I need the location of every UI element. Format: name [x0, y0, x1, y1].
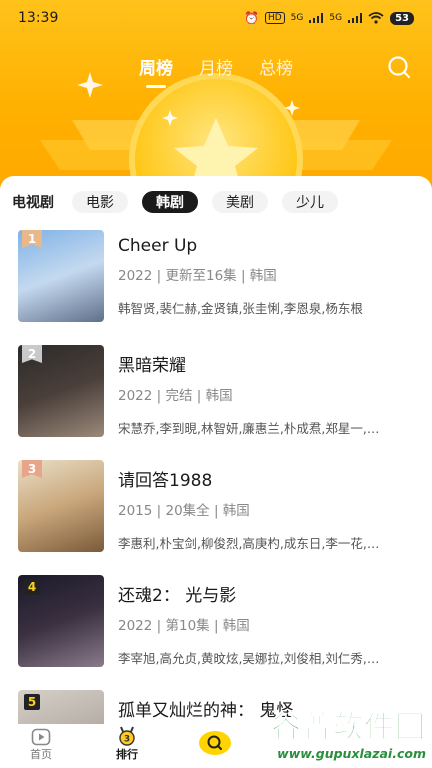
- show-info: Cheer Up 2022 | 更新至16集 | 韩国韩智贤,裴仁赫,金贤镇,张圭…: [118, 236, 418, 317]
- watermark-title: 谷普软件园: [271, 709, 426, 745]
- rank-badge: 1: [22, 230, 42, 248]
- svg-text:3: 3: [124, 735, 130, 745]
- signal-icon-2: [348, 13, 363, 23]
- status-time: 13:39: [18, 10, 59, 26]
- poster-image[interactable]: 1: [18, 230, 104, 322]
- show-meta: 2022 | 第10集 | 韩国: [118, 618, 250, 634]
- show-info: 还魂2： 光与影 2022 | 第10集 | 韩国李宰旭,高允贞,黄旼炫,吴娜拉,…: [118, 581, 418, 667]
- watermark-url: www.gupuxlazai.com: [277, 745, 426, 761]
- show-cast: 宋慧乔,李到晛,林智妍,廉惠兰,朴成焄,郑星一,…: [118, 421, 380, 436]
- ranking-header: 13:39 ⏰ HD 5G 5G 53 周榜 月榜 总榜: [0, 0, 432, 200]
- show-item[interactable]: 3 请回答1988 2015 | 20集全 | 韩国李惠利,朴宝剑,柳俊烈,高庚杓,…: [0, 460, 432, 575]
- show-meta: 2015 | 20集全 | 韩国: [118, 503, 250, 519]
- show-item[interactable]: 4 还魂2： 光与影 2022 | 第10集 | 韩国李宰旭,高允贞,黄旼炫,吴娜拉…: [0, 575, 432, 690]
- signal-label-2: 5G: [329, 13, 343, 23]
- show-cast: 韩智贤,裴仁赫,金贤镇,张圭悧,李恩泉,杨东根: [118, 301, 363, 316]
- ranking-medal-icon: 3: [119, 726, 135, 746]
- category-tabs: 电视剧 电影 韩剧 美剧 少儿: [8, 190, 432, 214]
- signal-label-1: 5G: [290, 13, 304, 23]
- signal-icon: [309, 13, 324, 23]
- show-title[interactable]: 请回答1988: [118, 466, 418, 491]
- show-title[interactable]: Cheer Up: [118, 236, 418, 256]
- nav-ranking[interactable]: 3 排行: [116, 726, 138, 762]
- show-title[interactable]: 黑暗荣耀: [118, 351, 418, 376]
- rank-badge: 4: [24, 579, 40, 595]
- category-korean-drama[interactable]: 韩剧: [142, 191, 198, 213]
- rank-badge: 2: [22, 345, 42, 363]
- watermark: 谷普软件园 www.gupuxlazai.com: [222, 694, 432, 768]
- poster-image[interactable]: 3: [18, 460, 104, 552]
- battery-indicator: 53: [390, 11, 414, 25]
- show-meta: 2022 | 更新至16集 | 韩国: [118, 268, 277, 284]
- show-info: 请回答1988 2015 | 20集全 | 韩国李惠利,朴宝剑,柳俊烈,高庚杓,成…: [118, 466, 418, 552]
- nav-ranking-label: 排行: [116, 748, 138, 761]
- nav-home-label: 首页: [30, 748, 52, 761]
- show-cast: 李惠利,朴宝剑,柳俊烈,高庚杓,成东日,李一花,…: [118, 536, 380, 551]
- alarm-icon: ⏰: [244, 11, 259, 25]
- ranking-list: 1 Cheer Up 2022 | 更新至16集 | 韩国韩智贤,裴仁赫,金贤镇,张…: [0, 230, 432, 768]
- category-us-drama[interactable]: 美剧: [212, 191, 268, 213]
- rank-badge: 3: [22, 460, 42, 478]
- show-info: 黑暗荣耀 2022 | 完结 | 韩国宋慧乔,李到晛,林智妍,廉惠兰,朴成焄,郑星…: [118, 351, 418, 437]
- show-item[interactable]: 1 Cheer Up 2022 | 更新至16集 | 韩国韩智贤,裴仁赫,金贤镇,张…: [0, 230, 432, 345]
- category-kids[interactable]: 少儿: [282, 191, 338, 213]
- show-title[interactable]: 还魂2： 光与影: [118, 581, 418, 606]
- show-item[interactable]: 2 黑暗荣耀 2022 | 完结 | 韩国宋慧乔,李到晛,林智妍,廉惠兰,朴成焄,郑…: [0, 345, 432, 460]
- search-icon[interactable]: [386, 54, 412, 80]
- category-movies[interactable]: 电影: [72, 191, 128, 213]
- poster-image[interactable]: 2: [18, 345, 104, 437]
- ranking-content: 电视剧 电影 韩剧 美剧 少儿 1 Cheer Up 2022 | 更新至16集 |…: [0, 176, 432, 768]
- rank-badge: 5: [24, 694, 40, 710]
- hd-label: HD: [264, 12, 285, 24]
- show-cast: 李宰旭,高允贞,黄旼炫,吴娜拉,刘俊相,刘仁秀,…: [118, 651, 380, 666]
- tab-all-time[interactable]: 总榜: [259, 54, 293, 82]
- ranking-period-tabs: 周榜 月榜 总榜: [0, 54, 432, 82]
- tab-weekly[interactable]: 周榜: [139, 54, 173, 82]
- tab-monthly[interactable]: 月榜: [199, 54, 233, 82]
- nav-home[interactable]: 首页: [30, 728, 52, 762]
- status-bar: 13:39 ⏰ HD 5G 5G 53: [0, 0, 432, 36]
- wifi-icon: [368, 12, 384, 24]
- category-tv-series[interactable]: 电视剧: [8, 191, 58, 213]
- poster-image[interactable]: 4: [18, 575, 104, 667]
- show-meta: 2022 | 完结 | 韩国: [118, 388, 233, 404]
- play-square-icon: [31, 728, 51, 746]
- status-indicators: ⏰ HD 5G 5G 53: [244, 11, 414, 25]
